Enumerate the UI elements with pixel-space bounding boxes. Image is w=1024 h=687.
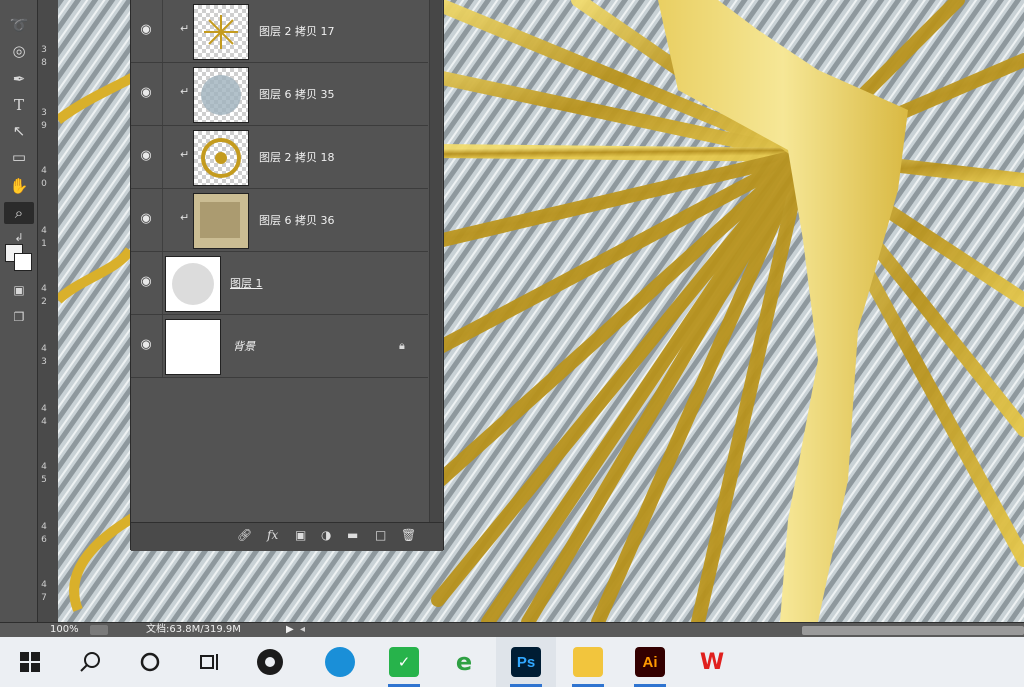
layer-name: 图层 6 拷贝 35 (259, 88, 335, 101)
divider (162, 252, 163, 314)
lock-icon: 🔒︎ (399, 339, 405, 352)
quick-mask-icon[interactable]: ▣ (4, 279, 34, 301)
green-app-icon[interactable]: ✓ (374, 637, 434, 687)
visibility-eye-icon[interactable]: ◉ (139, 22, 153, 38)
status-bar: 100% 文档:63.8M/319.9M ▶ ◂ (0, 622, 1024, 638)
visibility-eye-icon[interactable]: ◉ (139, 85, 153, 101)
tools-panel: ➰ ◎ ✒ T ↖ ▭ ✋ ⌕ ↲ ▣ ❐ (0, 0, 37, 622)
ruler-tick: 3 (41, 108, 47, 118)
layer-thumbnail (193, 193, 249, 249)
add-mask-icon[interactable]: ▣ (295, 528, 306, 542)
ruler-tick: 4 (41, 522, 47, 532)
status-icon (90, 625, 108, 635)
visibility-eye-icon[interactable]: ◉ (139, 337, 153, 353)
layer-row[interactable]: ◉ ↵ 图层 6 拷贝 35 (131, 63, 428, 126)
rectangle-icon[interactable]: ▭ (4, 146, 34, 168)
layer-name: 图层 6 拷贝 36 (259, 214, 335, 227)
layer-row[interactable]: ◉ ↵ 图层 2 拷贝 18 (131, 126, 428, 189)
zoom-icon[interactable]: ⌕ (4, 202, 34, 224)
scroll-left-arrow-icon[interactable]: ◂ (300, 623, 305, 637)
layer-thumbnail (193, 4, 249, 60)
file-explorer-icon[interactable] (558, 637, 618, 687)
windows-start-icon[interactable] (0, 637, 60, 687)
new-layer-icon[interactable]: □ (375, 528, 386, 542)
pen-icon[interactable]: ✒ (4, 68, 34, 90)
lasso-icon[interactable]: ➰ (4, 14, 34, 36)
ruler-tick: 6 (41, 535, 47, 545)
divider (162, 0, 163, 62)
layer-name: 图层 2 拷贝 17 (259, 25, 335, 38)
ruler-tick: 2 (41, 297, 47, 307)
document-size: 文档:63.8M/319.9M (146, 624, 241, 635)
ruler-tick: 4 (41, 284, 47, 294)
status-menu-arrow-icon[interactable]: ▶ (286, 623, 294, 637)
zoom-level[interactable]: 100% (50, 623, 79, 637)
adjustment-layer-icon[interactable]: ◑ (321, 528, 331, 542)
illustrator-icon[interactable]: Ai (620, 637, 680, 687)
ruler-tick: 4 (41, 344, 47, 354)
clipping-mask-icon: ↵ (180, 85, 190, 98)
ruler-tick: 5 (41, 475, 47, 485)
cortana-icon[interactable] (120, 637, 180, 687)
layer-name: 图层 1 (230, 277, 263, 290)
visibility-eye-icon[interactable]: ◉ (139, 274, 153, 290)
clipping-mask-icon: ↵ (180, 22, 190, 35)
layers-panel-footer: 🔗︎ fx ▣ ◑ ▬ □ 🗑︎ (131, 522, 443, 551)
layer-thumbnail (193, 67, 249, 123)
layers-scrollbar[interactable] (429, 0, 442, 522)
edge-icon[interactable] (310, 637, 370, 687)
search-icon[interactable] (60, 637, 120, 687)
horizontal-scrollbar[interactable] (802, 626, 1024, 635)
divider (162, 126, 163, 188)
layer-row[interactable]: ◉ 背景 🔒︎ (131, 315, 428, 378)
ruler-tick: 4 (41, 462, 47, 472)
app-icon[interactable] (240, 637, 300, 687)
visibility-eye-icon[interactable]: ◉ (139, 148, 153, 164)
spot-heal-icon[interactable]: ◎ (4, 40, 34, 62)
visibility-eye-icon[interactable]: ◉ (139, 211, 153, 227)
divider (162, 189, 163, 251)
divider (162, 315, 163, 377)
ruler-tick: 4 (41, 404, 47, 414)
layers-panel: ◉ ↵ 图层 2 拷贝 17 ◉ ↵ 图层 6 拷贝 35 ◉ ↵ 图层 2 拷… (130, 0, 444, 551)
ruler-tick: 3 (41, 45, 47, 55)
new-group-icon[interactable]: ▬ (347, 528, 358, 542)
layer-row[interactable]: ◉ 图层 1 (131, 252, 428, 315)
layer-row[interactable]: ◉ ↵ 图层 2 拷贝 17 (131, 0, 428, 63)
ruler-tick: 9 (41, 121, 47, 131)
layer-thumbnail (193, 130, 249, 186)
task-view-icon[interactable] (180, 637, 240, 687)
ruler-tick: 4 (41, 417, 47, 427)
type-tool-icon[interactable]: T (4, 94, 34, 116)
layer-name: 背景 (233, 340, 255, 353)
ruler-tick: 1 (41, 239, 47, 249)
screen-mode-icon[interactable]: ❐ (4, 306, 34, 328)
hand-icon[interactable]: ✋ (4, 175, 34, 197)
ruler-tick: 4 (41, 226, 47, 236)
clipping-mask-icon: ↵ (180, 148, 190, 161)
fx-icon[interactable]: fx (267, 528, 278, 542)
layer-name: 图层 2 拷贝 18 (259, 151, 335, 164)
link-layers-icon[interactable]: 🔗︎ (237, 528, 252, 542)
clipping-mask-icon: ↵ (180, 211, 190, 224)
ie-icon[interactable]: e (434, 637, 494, 687)
ruler-tick: 4 (41, 580, 47, 590)
layer-row[interactable]: ◉ ↵ 图层 6 拷贝 36 (131, 189, 428, 252)
ruler-tick: 4 (41, 166, 47, 176)
vertical-ruler: 3 8 3 9 4 0 4 1 4 2 4 3 4 4 4 5 4 6 4 7 (37, 0, 60, 622)
divider (162, 63, 163, 125)
windows-taskbar: ✓ e Ps Ai W (0, 637, 1024, 687)
layer-thumbnail (165, 256, 221, 312)
ruler-tick: 7 (41, 593, 47, 603)
background-color-swatch[interactable] (14, 253, 32, 271)
wps-icon[interactable]: W (682, 637, 742, 687)
ruler-tick: 0 (41, 179, 47, 189)
delete-layer-icon[interactable]: 🗑︎ (401, 528, 416, 542)
ruler-tick: 8 (41, 58, 47, 68)
layer-thumbnail (165, 319, 221, 375)
path-select-icon[interactable]: ↖ (4, 120, 34, 142)
photoshop-icon[interactable]: Ps (496, 637, 556, 687)
ruler-tick: 3 (41, 357, 47, 367)
